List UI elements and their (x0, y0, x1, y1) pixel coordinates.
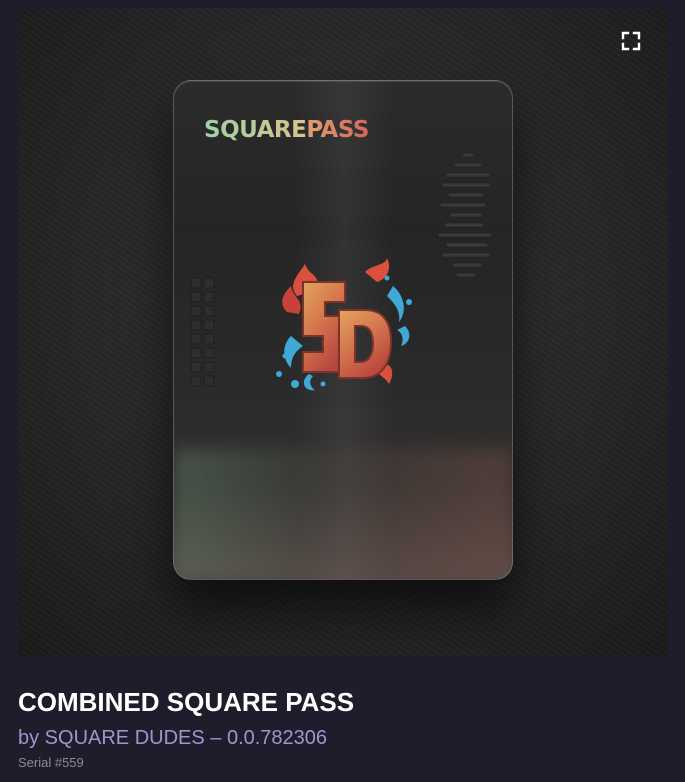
expand-corners-icon (621, 31, 641, 51)
nft-title: COMBINED SQUARE PASS (18, 687, 355, 717)
nft-detail-page: SQUAREPASS COMBINED SQUARE PASS by SQUAR… (0, 0, 685, 782)
sd-monogram-logo (276, 258, 412, 391)
wordmark-pass: PASS (306, 117, 369, 143)
card-wordmark: SQUAREPASS (204, 117, 369, 143)
expand-fullscreen-button[interactable] (618, 28, 644, 54)
nft-media-viewer: SQUAREPASS (18, 8, 668, 656)
card-decor-grid (190, 277, 215, 387)
nft-byline-link[interactable]: by SQUARE DUDES – 0.0.782306 (18, 725, 327, 751)
card-decor-bars (437, 152, 493, 278)
nft-card-image: SQUAREPASS (173, 80, 513, 580)
wordmark-square: SQUARE (204, 117, 307, 143)
nft-serial-number: Serial #559 (18, 755, 84, 770)
